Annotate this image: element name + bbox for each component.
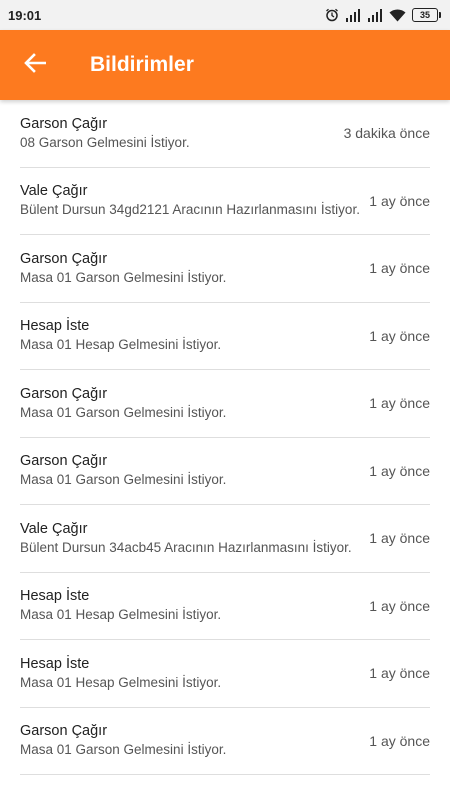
notification-time: 3 dakika önce bbox=[343, 125, 430, 142]
notification-time: 1 ay önce bbox=[369, 732, 430, 749]
status-icons: 35 bbox=[325, 8, 441, 22]
notification-time: 1 ay önce bbox=[369, 395, 430, 412]
notification-item[interactable]: Hesap İste Masa 01 Hesap Gelmesini İstiy… bbox=[20, 303, 430, 370]
notification-item[interactable]: Vale Çağır Bülent Dursun 34acb45 Aracını… bbox=[20, 505, 430, 573]
notification-item[interactable]: Garson Çağır Masa 01 Garson Gelmesini İs… bbox=[20, 438, 430, 505]
notification-item[interactable]: Hesap İste Masa 01 Hesap Gelmesini İstiy… bbox=[20, 640, 430, 708]
back-button[interactable] bbox=[0, 30, 70, 100]
notification-list: Garson Çağır 08 Garson Gelmesini İstiyor… bbox=[0, 100, 450, 775]
notification-body: Bülent Dursun 34gd2121 Aracının Hazırlan… bbox=[20, 202, 360, 218]
status-bar: 19:01 35 bbox=[0, 0, 450, 30]
notification-title: Hesap İste bbox=[20, 655, 90, 672]
notification-body: Masa 01 Hesap Gelmesini İstiyor. bbox=[20, 607, 222, 623]
signal-icon-2 bbox=[367, 8, 383, 22]
notification-title: Garson Çağır bbox=[20, 723, 108, 740]
notification-item[interactable]: Garson Çağır 08 Garson Gelmesini İstiyor… bbox=[20, 100, 430, 168]
signal-icon-1 bbox=[345, 8, 361, 22]
notification-title: Vale Çağır bbox=[20, 183, 88, 200]
notification-title: Hesap İste bbox=[20, 318, 90, 335]
notification-time: 1 ay önce bbox=[369, 665, 430, 682]
notification-title: Garson Çağır bbox=[20, 385, 108, 402]
status-time: 19:01 bbox=[8, 7, 42, 23]
notification-item[interactable]: Garson Çağır Masa 01 Garson Gelmesini İs… bbox=[20, 708, 430, 775]
notification-item[interactable]: Vale Çağır Bülent Dursun 34gd2121 Aracın… bbox=[20, 168, 430, 235]
notification-time: 1 ay önce bbox=[369, 260, 430, 277]
notification-body: Masa 01 Garson Gelmesini İstiyor. bbox=[20, 472, 227, 488]
wifi-icon bbox=[389, 9, 406, 22]
notification-body: Masa 01 Garson Gelmesini İstiyor. bbox=[20, 404, 227, 420]
battery-icon: 35 bbox=[412, 8, 441, 22]
page-title: Bildirimler bbox=[90, 53, 194, 76]
notification-title: Vale Çağır bbox=[20, 520, 88, 537]
notification-item[interactable]: Hesap İste Masa 01 Hesap Gelmesini İstiy… bbox=[20, 573, 430, 640]
notification-item[interactable]: Garson Çağır Masa 01 Garson Gelmesini İs… bbox=[20, 235, 430, 303]
notification-title: Garson Çağır bbox=[20, 115, 108, 132]
app-bar: Bildirimler bbox=[0, 30, 450, 100]
notification-body: Masa 01 Hesap Gelmesini İstiyor. bbox=[20, 337, 222, 353]
notification-body: Bülent Dursun 34acb45 Aracının Hazırlanm… bbox=[20, 539, 352, 555]
notification-time: 1 ay önce bbox=[369, 530, 430, 547]
notification-body: Masa 01 Garson Gelmesini İstiyor. bbox=[20, 742, 227, 758]
notification-body: Masa 01 Garson Gelmesini İstiyor. bbox=[20, 269, 227, 285]
notification-time: 1 ay önce bbox=[369, 192, 430, 209]
notification-title: Garson Çağır bbox=[20, 453, 108, 470]
notification-time: 1 ay önce bbox=[369, 327, 430, 344]
notification-title: Garson Çağır bbox=[20, 250, 108, 267]
notification-item[interactable]: Garson Çağır Masa 01 Garson Gelmesini İs… bbox=[20, 370, 430, 438]
alarm-icon bbox=[325, 8, 339, 22]
notification-body: 08 Garson Gelmesini İstiyor. bbox=[20, 134, 190, 150]
notification-title: Hesap İste bbox=[20, 588, 90, 605]
notification-body: Masa 01 Hesap Gelmesini İstiyor. bbox=[20, 674, 222, 690]
notification-time: 1 ay önce bbox=[369, 462, 430, 479]
notification-time: 1 ay önce bbox=[369, 597, 430, 614]
arrow-left-icon bbox=[24, 52, 47, 78]
